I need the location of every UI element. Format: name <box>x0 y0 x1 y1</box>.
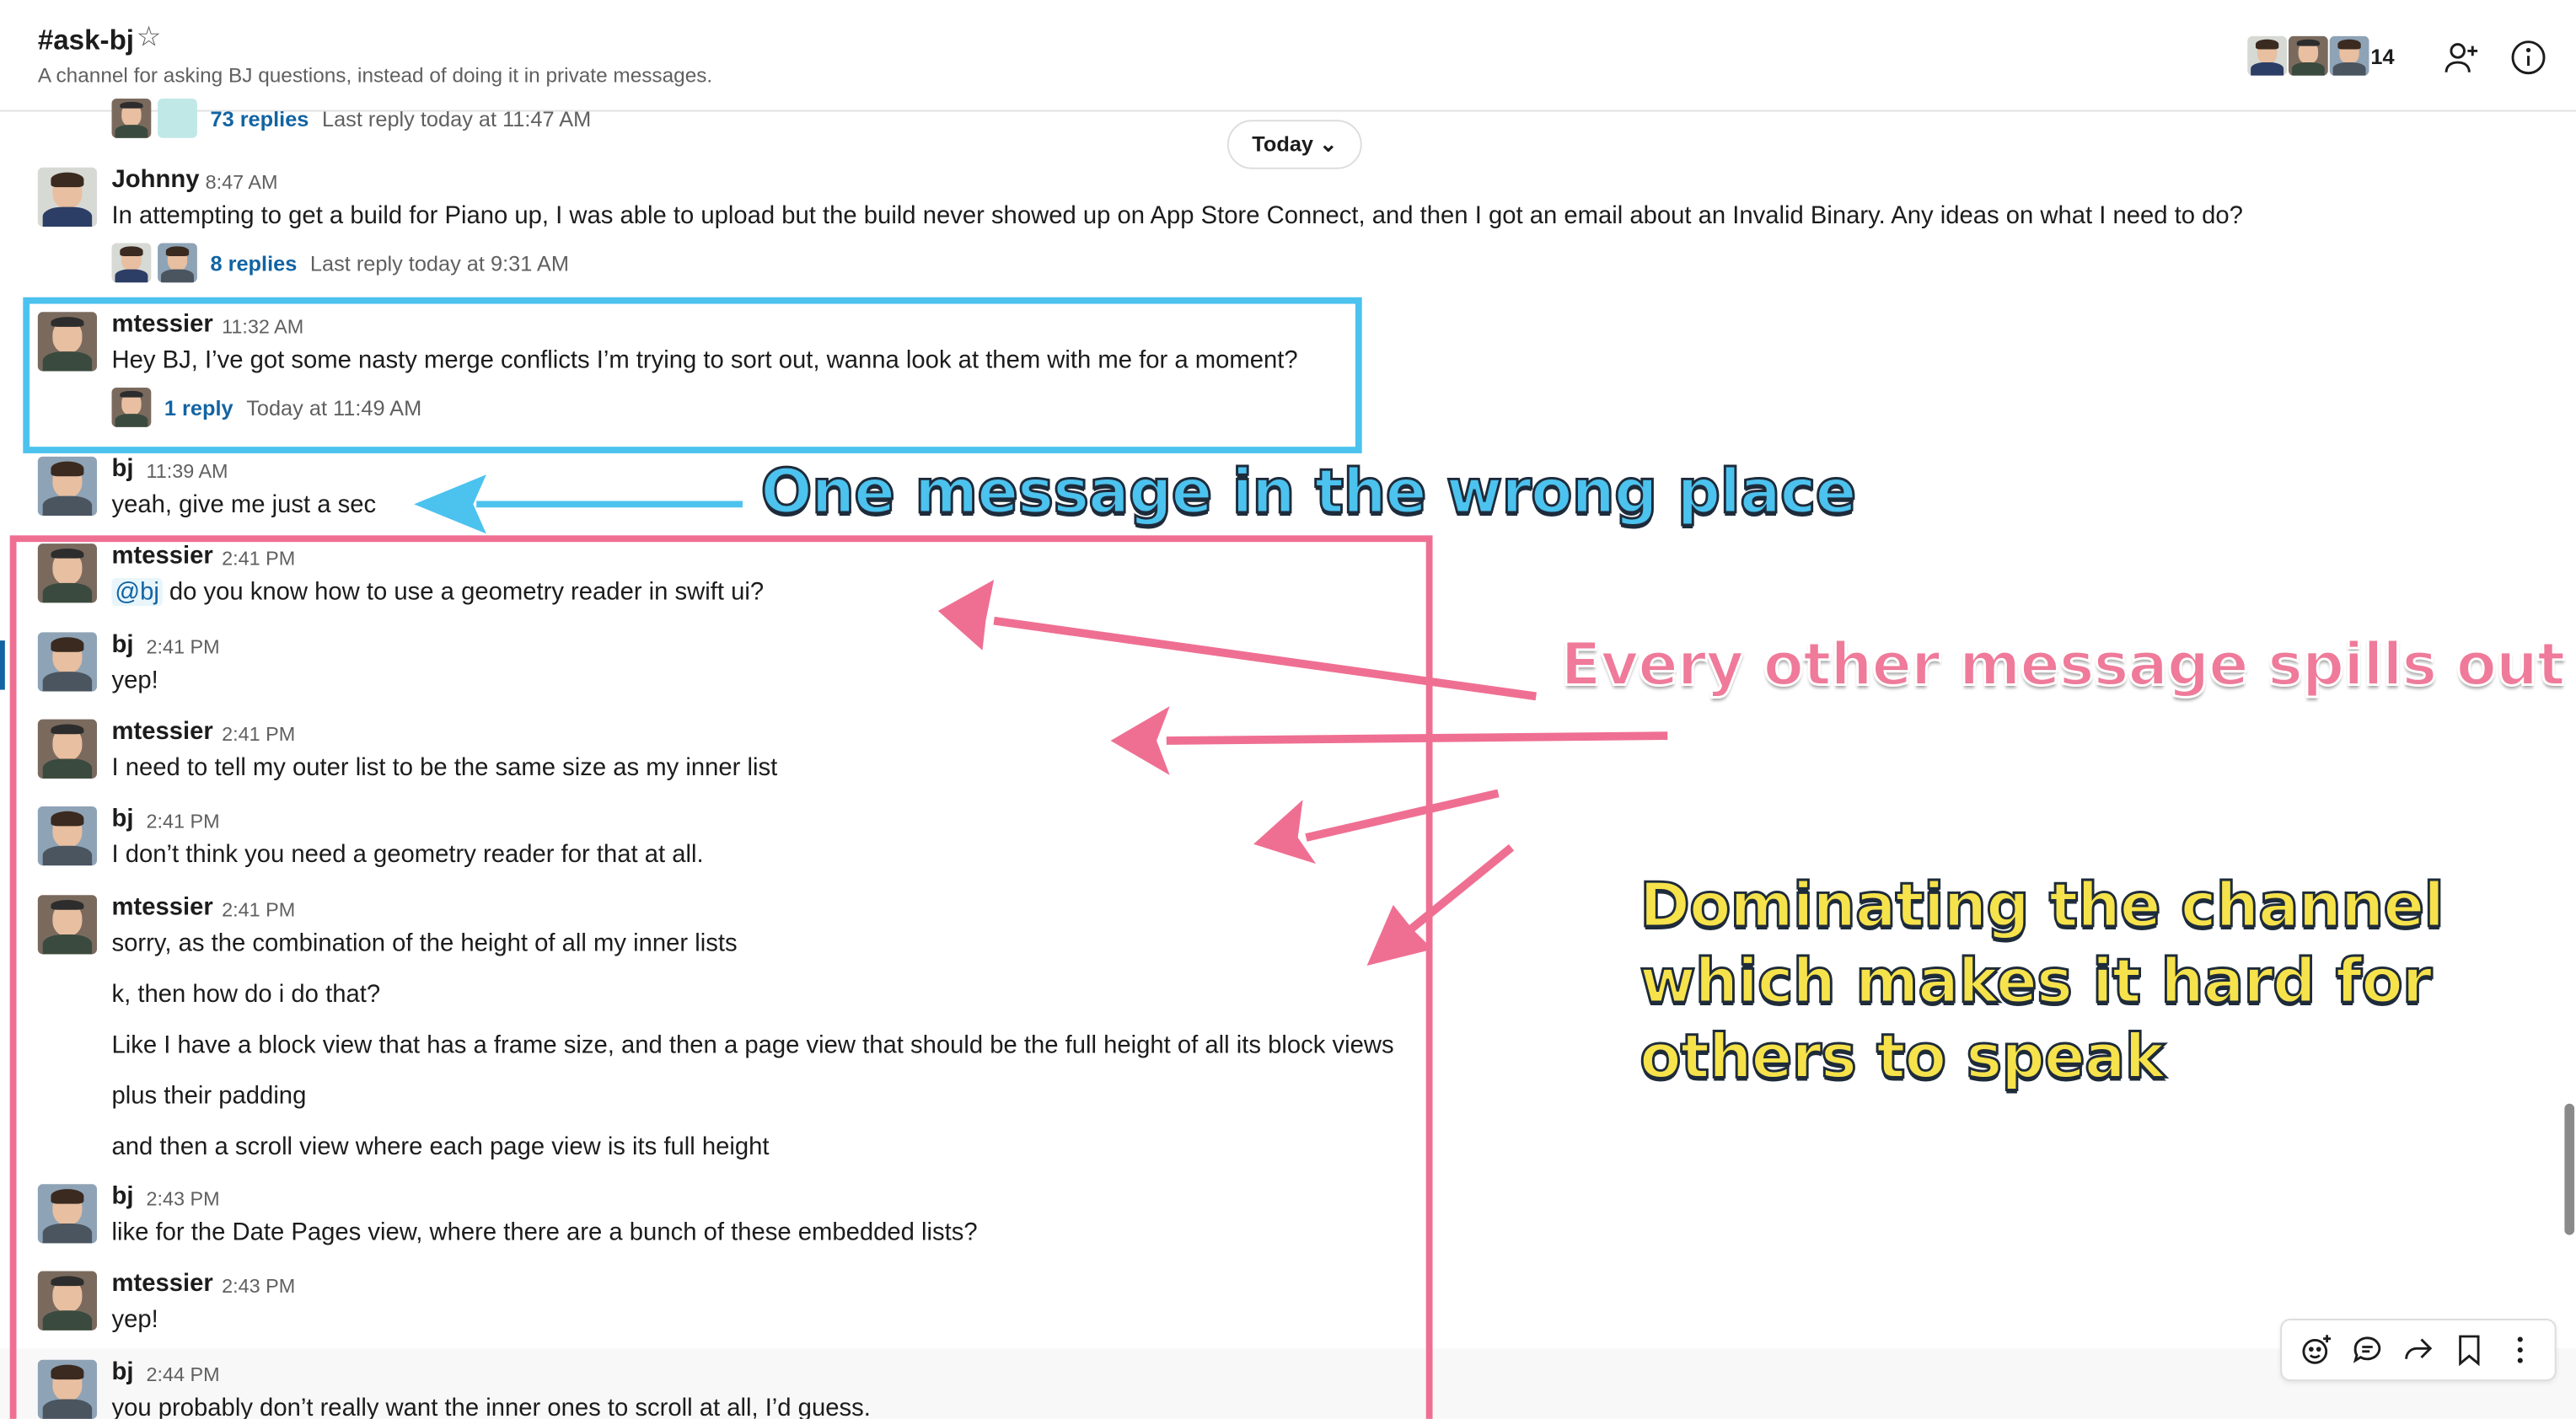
blue-arrow <box>414 474 743 534</box>
annotation-yellow-line: which makes it hard for <box>1639 945 2434 1018</box>
annotation-yellow-line: Dominating the channel <box>1639 870 2446 943</box>
annotation-arrows <box>414 474 1668 967</box>
pink-arrow-4 <box>1366 843 1515 967</box>
slack-window: #ask-bj ☆ A channel for asking BJ questi… <box>0 0 2576 1419</box>
pink-arrow-1 <box>937 579 1537 701</box>
pink-arrow-3 <box>1253 789 1500 865</box>
annotation-yellow-line: others to speak <box>1639 1020 2166 1094</box>
annotation-blue-label: One message in the wrong place <box>759 455 1858 528</box>
annotation-pink-label: Every other message spills out <box>1559 631 2567 701</box>
pink-arrow-2 <box>1110 706 1668 775</box>
